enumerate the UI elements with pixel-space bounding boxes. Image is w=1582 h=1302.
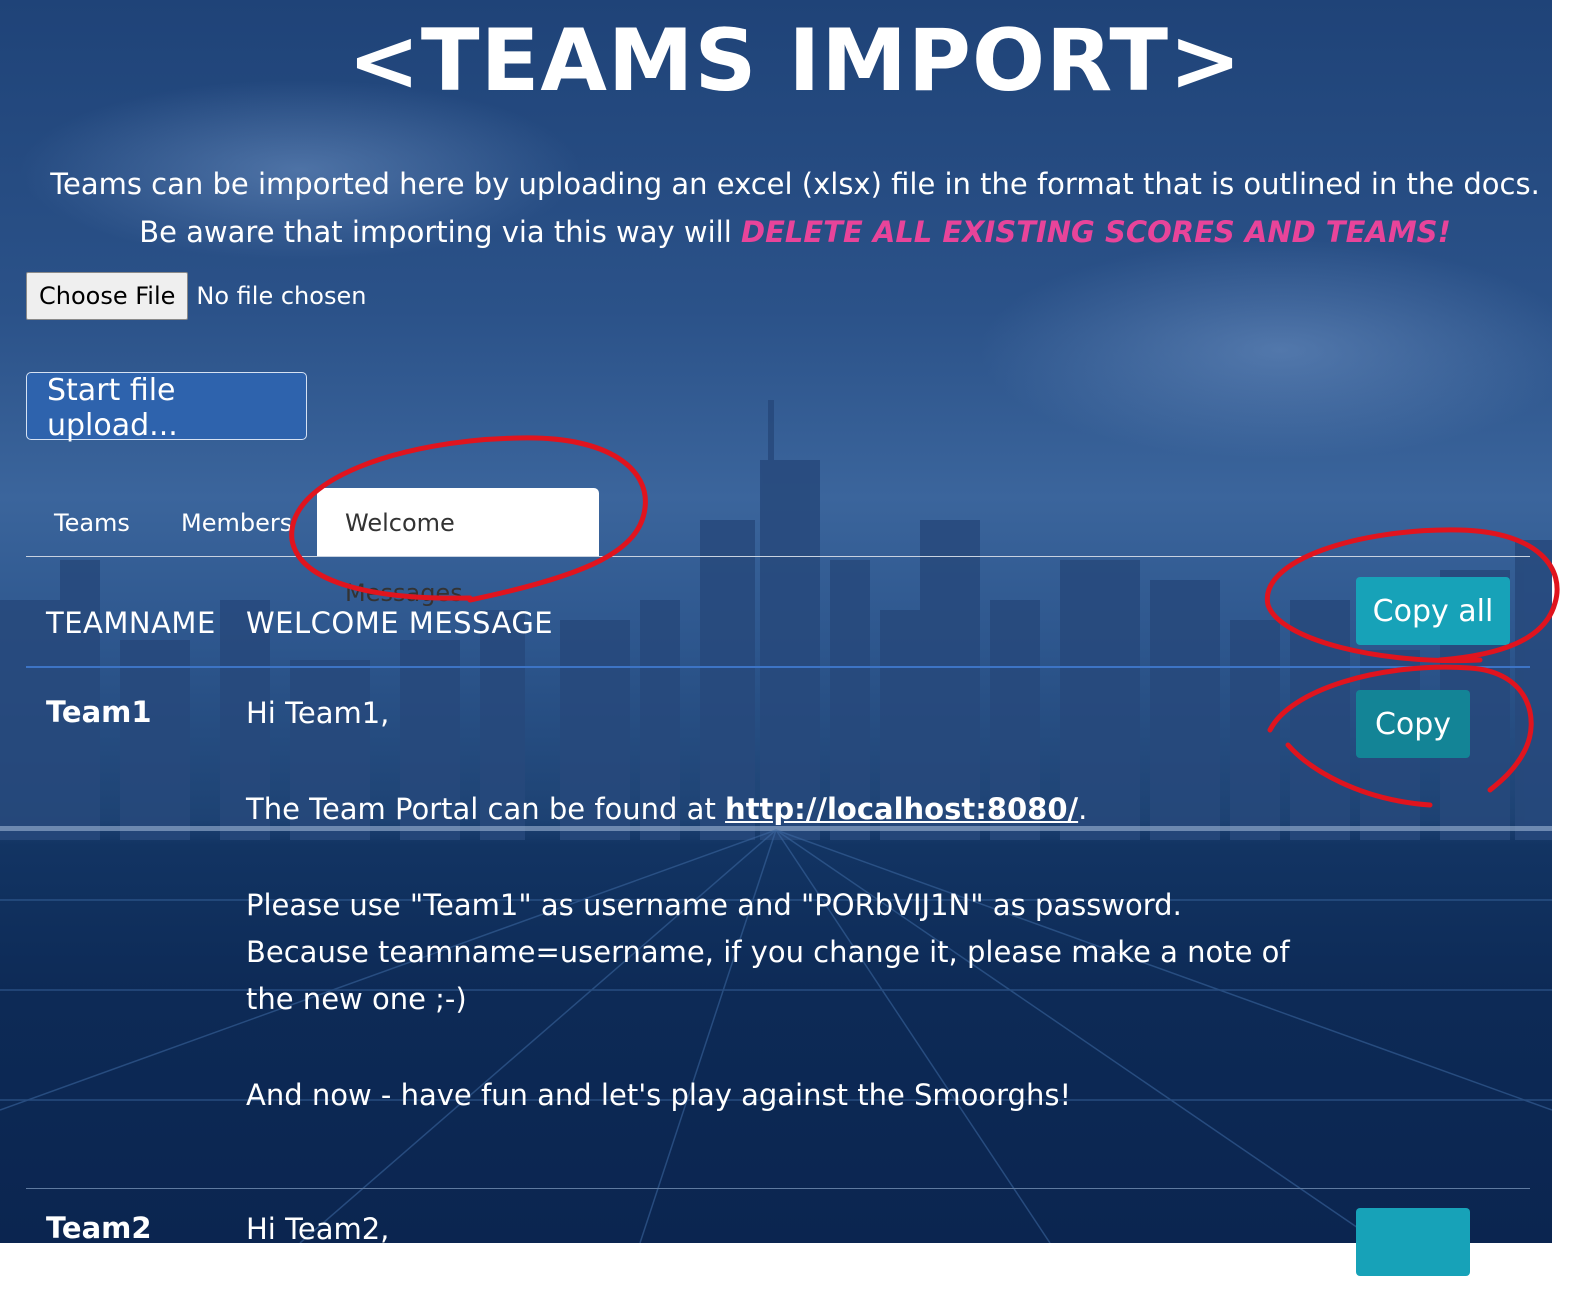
intro-text: Teams can be imported here by uploading … [40,160,1550,256]
delete-warning: DELETE ALL EXISTING SCORES AND TEAMS! [741,215,1451,249]
tab-bar: Teams Members Welcome Messages [26,488,1530,607]
tab-welcome-messages[interactable]: Welcome Messages [317,488,599,607]
choose-file-button[interactable]: Choose File [26,272,189,320]
message-greeting: Hi Team1, [246,696,390,730]
table-header-divider [26,666,1530,668]
start-upload-button[interactable]: Start file upload... [26,372,307,443]
team-name: Team1 [46,695,152,729]
welcome-message: Hi Team1, The Team Portal can be found a… [246,690,1306,1168]
copy-all-button[interactable]: Copy all [1356,577,1510,645]
table-row-divider [26,1188,1530,1189]
message-portal: The Team Portal can be found at http://l… [246,786,1306,833]
welcome-message: Hi Team2, [246,1206,1306,1302]
message-portal-prefix: The Team Portal can be found at [246,792,726,826]
column-header-welcome-message: WELCOME MESSAGE [246,606,554,640]
copy-button[interactable] [1356,1208,1470,1276]
page-title: <TEAMS IMPORT> [347,11,1243,111]
message-portal-suffix: . [1078,792,1088,826]
tab-teams[interactable]: Teams [26,488,158,556]
column-header-teamname: TEAMNAME [46,606,216,640]
file-status: No file chosen [196,282,367,310]
team-name: Team2 [46,1211,152,1245]
message-greeting: Hi Team2, [246,1212,390,1246]
message-closing: And now - have fun and let's play agains… [246,1078,1072,1112]
portal-link[interactable]: http://localhost:8080/ [725,792,1078,826]
tab-members[interactable]: Members [153,488,320,556]
file-input: Choose File No file chosen [26,272,366,320]
message-credentials: Please use "Team1" as username and "PORb… [246,888,1290,1016]
copy-button[interactable]: Copy [1356,690,1470,758]
